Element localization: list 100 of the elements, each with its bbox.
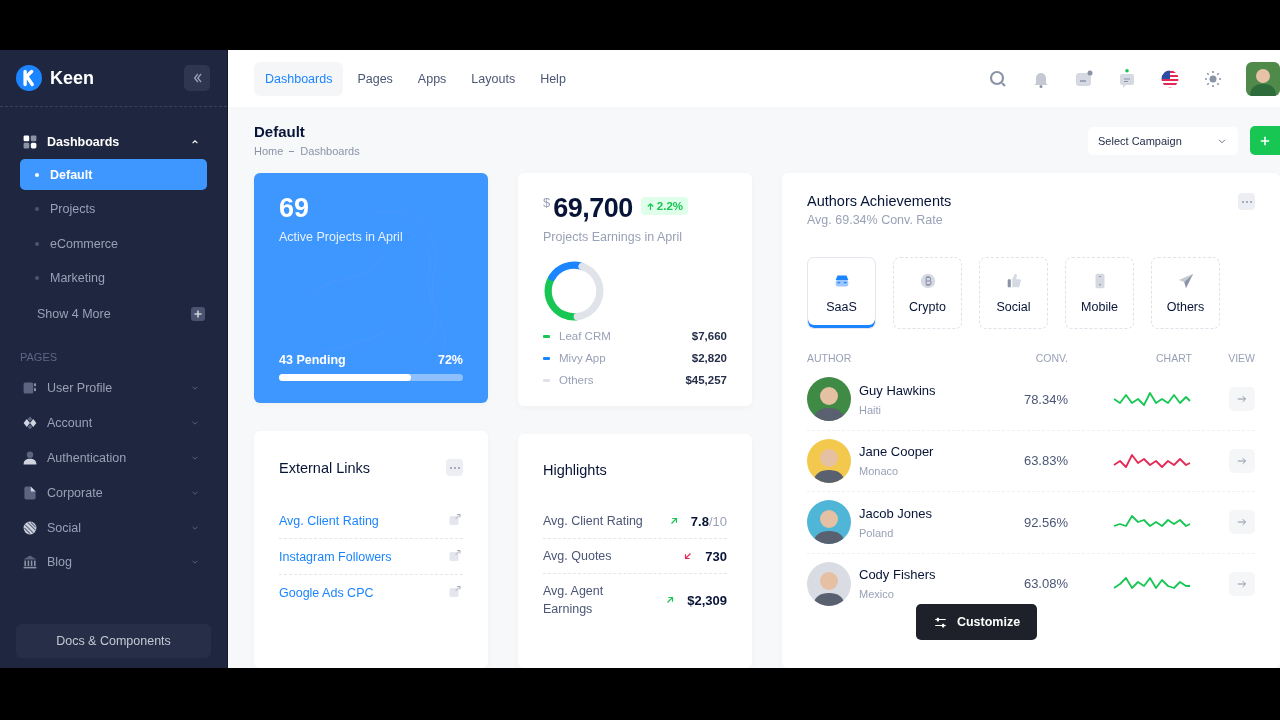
card-title: Highlights [543,462,607,478]
category-tab[interactable]: Mobile [1065,257,1134,329]
view-button[interactable] [1229,387,1255,412]
logo-icon[interactable] [16,65,42,91]
author-country: Monaco [859,465,900,478]
legend-label: Others [559,374,595,386]
menu-item[interactable]: User Profile [20,371,207,406]
highlight-value: 730 [705,548,727,564]
category-tab[interactable]: SaaS [807,257,876,329]
customize-button[interactable]: Customize [916,604,1037,640]
menu-label: Dashboards [47,135,121,149]
conversion-rate: 78.34% [1022,391,1068,407]
menu-item[interactable]: Dashboards [20,125,207,159]
category-tab[interactable]: Others [1151,257,1220,329]
conversion-rate: 63.83% [1022,453,1068,469]
striped-globe-icon [22,519,38,536]
legend-value: $7,660 [691,330,727,342]
highlight-label: Avg. Agent Earnings [543,583,605,618]
nav-tab[interactable]: Help [529,61,577,96]
author-name[interactable]: Guy Hawkins [859,382,936,398]
plus-icon[interactable] [191,307,205,321]
dots-icon [449,466,460,469]
highlight-label: Avg. Quotes [543,548,612,565]
submenu-item[interactable]: Marketing [20,262,207,294]
column-header: CHART [1155,352,1192,364]
show-more-link[interactable]: Show 4 More [37,307,111,321]
conversion-rate: 63.08% [1022,576,1068,592]
collapse-button[interactable] [184,65,210,91]
percent-label: 72% [437,353,463,367]
view-button[interactable] [1229,510,1255,535]
conversion-rate: 92.56% [1022,514,1068,530]
page-title: Default [254,123,306,140]
brand-name: Keen [50,67,94,89]
external-link[interactable]: Google Ads CPC [279,585,374,600]
user-avatar[interactable] [1246,61,1280,96]
external-link[interactable]: Instagram Followers [279,549,392,564]
add-button[interactable] [1250,126,1280,155]
external-link-icon[interactable] [448,585,463,600]
arrow-up-icon [645,201,655,211]
earnings-amount: 69,700 [553,193,633,224]
avatar [807,500,851,545]
nav-tab[interactable]: Layouts [460,61,527,96]
chat-icon[interactable] [1117,68,1137,89]
change-badge: 2.2% [640,197,689,215]
trend-down-icon [683,551,694,561]
author-name[interactable]: Jacob Jones [859,505,932,521]
docs-button[interactable]: Docs & Components [16,624,211,658]
menu-label: Authentication [47,451,128,465]
contact-card-icon [22,380,38,397]
nav-tab[interactable]: Pages [346,61,404,96]
legend-label: Mivy App [559,352,607,364]
author-name[interactable]: Jane Cooper [859,444,934,460]
view-button[interactable] [1229,571,1255,596]
dots-icon [1241,200,1252,203]
legend-value: $45,257 [685,374,727,386]
highlight-value: 7.8/10 [690,513,727,529]
author-name[interactable]: Cody Fishers [859,567,936,583]
avatar [807,438,851,483]
submenu-item[interactable]: eCommerce [20,228,207,259]
person-icon [22,450,38,466]
menu-label: Social [47,520,83,535]
trend-up-icon [665,595,676,605]
bank-icon [22,554,38,571]
campaign-select[interactable]: Select Campaign [1088,126,1238,155]
author-country: Poland [859,526,895,539]
category-tab[interactable]: Crypto [893,257,962,329]
column-header: CONV. [1034,352,1068,364]
highlight-value: $2,309 [687,592,727,608]
external-link-icon[interactable] [448,513,463,528]
menu-item[interactable]: Corporate [20,475,207,511]
document-icon [22,484,38,501]
more-button[interactable] [446,459,463,476]
card-subtitle: Avg. 69.34% Conv. Rate [807,213,944,227]
nav-tab[interactable]: Apps [406,61,458,96]
message-icon[interactable] [1074,68,1094,89]
author-country: Mexico [859,588,895,601]
submenu-item[interactable]: Projects [20,193,207,225]
category-tab[interactable]: Social [979,257,1048,329]
bullet-icon [35,172,39,177]
column-header: AUTHOR [807,352,853,364]
legend-label: Leaf CRM [559,330,612,342]
menu-item[interactable]: Social [20,510,207,545]
menu-item[interactable]: Authentication [20,440,207,476]
bullet-icon [35,207,39,211]
external-link[interactable]: Avg. Client Rating [279,513,379,528]
search-icon[interactable] [988,68,1008,89]
diamonds-icon [22,415,38,432]
menu-item[interactable]: Blog [20,545,207,580]
column-header: VIEW [1227,352,1255,364]
card-label: Projects Earnings in April [543,230,683,244]
avatar [807,377,851,422]
highlight-label: Avg. Client Rating [543,513,643,530]
external-link-icon[interactable] [448,549,463,564]
menu-item[interactable]: Account [20,405,207,441]
menu-label: Corporate [47,485,104,500]
card-label: Active Projects in April [279,230,404,244]
view-button[interactable] [1229,448,1255,473]
donut-drawing [543,260,605,322]
more-button[interactable] [1238,193,1255,210]
sun-icon[interactable] [1203,68,1223,89]
